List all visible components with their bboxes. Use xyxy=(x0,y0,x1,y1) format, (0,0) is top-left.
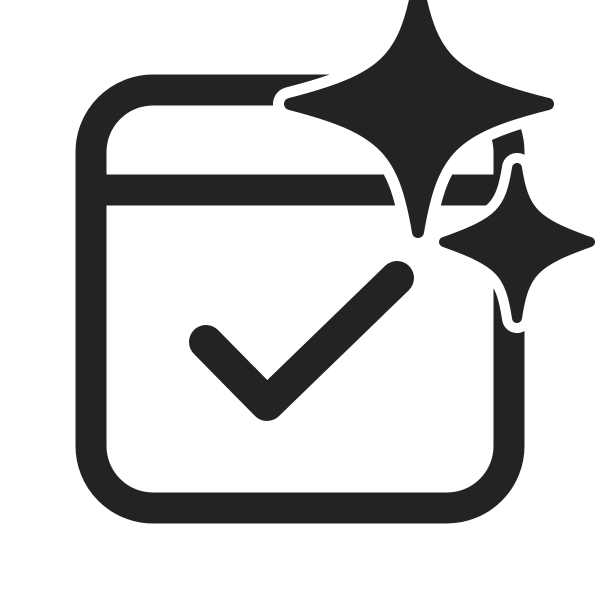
icon-canvas xyxy=(0,0,600,600)
checkmark xyxy=(189,261,414,421)
calendar-checkmark-sparkle-icon xyxy=(75,0,595,524)
